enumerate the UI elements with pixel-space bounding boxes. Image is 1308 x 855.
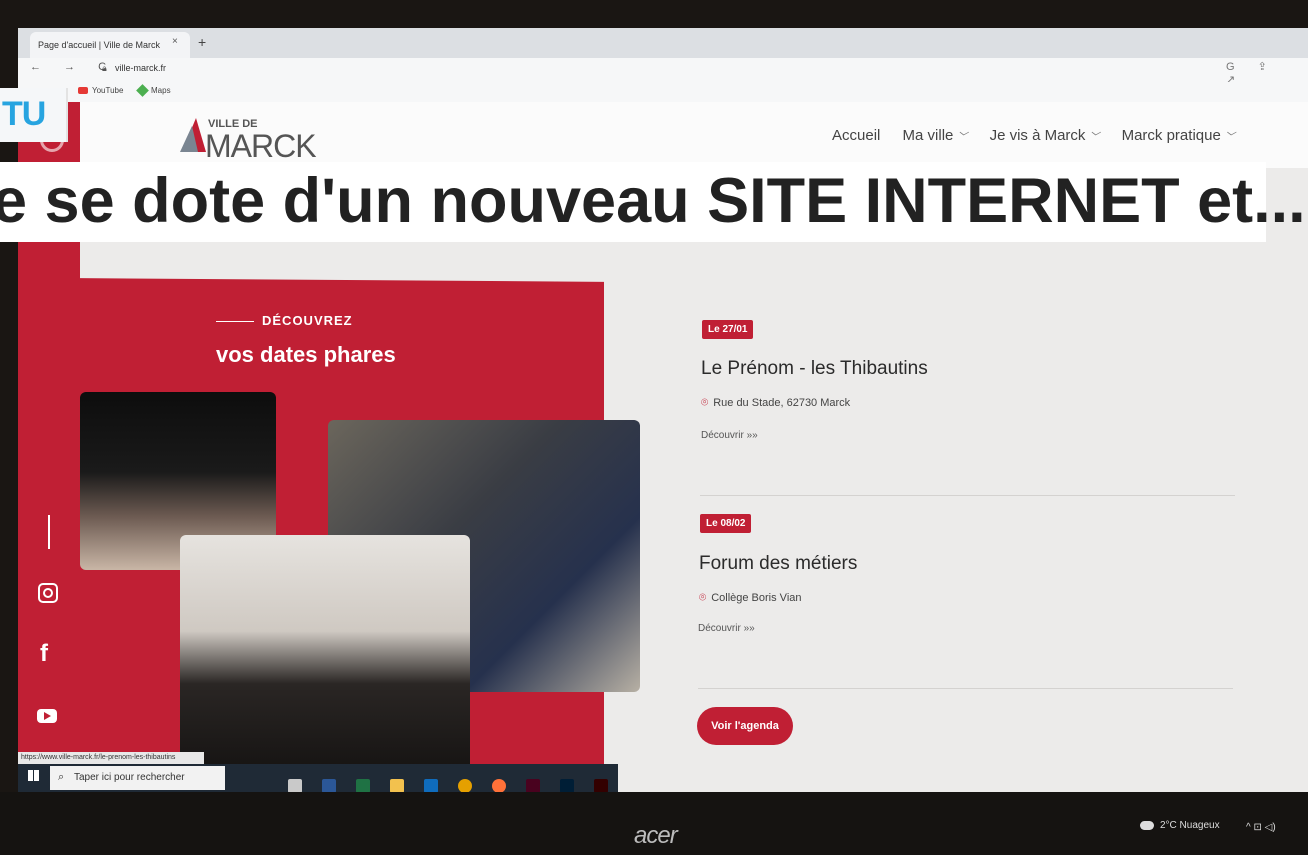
file-explorer-icon[interactable] xyxy=(390,779,404,793)
section-kicker: DÉCOUVREZ xyxy=(216,313,353,328)
menu-item-accueil[interactable]: Accueil xyxy=(832,127,880,144)
photo-actor-portrait[interactable] xyxy=(180,535,470,775)
bookmark-label: YouTube xyxy=(92,86,124,95)
menu-item-ma-ville[interactable]: Ma ville ﹀ xyxy=(903,127,968,144)
weather-widget[interactable]: 2°C Nuageux xyxy=(1140,820,1220,831)
illustrator-icon[interactable] xyxy=(594,779,608,793)
event-discover-link[interactable]: Découvrir »» xyxy=(701,430,758,441)
photoshop-icon[interactable] xyxy=(560,779,574,793)
agenda-button[interactable]: Voir l'agenda xyxy=(697,707,793,745)
sidebar-divider xyxy=(48,515,50,549)
tab-close-icon[interactable]: × xyxy=(172,36,178,47)
facebook-icon[interactable]: f xyxy=(40,640,48,668)
outlook-icon[interactable] xyxy=(424,779,438,793)
event-title[interactable]: Forum des métiers xyxy=(699,553,857,575)
event-divider xyxy=(698,688,1233,689)
event-title[interactable]: Le Prénom - les Thibautins xyxy=(701,358,928,380)
browser-tab-bar xyxy=(18,28,1308,58)
chevron-down-icon: ﹀ xyxy=(957,132,968,143)
location-pin-icon: ⌾ xyxy=(699,590,707,604)
event-divider xyxy=(700,495,1235,496)
bookmarks-bar xyxy=(18,82,1308,103)
logo-sail-icon[interactable] xyxy=(178,116,208,156)
logo-text[interactable]: MARCK xyxy=(205,128,317,165)
section-title: vos dates phares xyxy=(216,342,396,367)
bookmark-label: Maps xyxy=(151,86,171,95)
search-icon: ⌕ xyxy=(58,771,65,783)
system-tray[interactable]: ^ ⊡ ◁) xyxy=(1246,822,1276,833)
event-discover-link[interactable]: Découvrir »» xyxy=(698,623,755,634)
youtube-icon xyxy=(78,87,88,95)
location-pin-icon: ⌾ xyxy=(701,395,709,409)
instagram-icon-lens xyxy=(43,588,53,598)
bookmark-maps[interactable]: Maps xyxy=(136,84,171,98)
word-icon[interactable] xyxy=(322,779,336,793)
url-input[interactable]: ville-marck.fr xyxy=(115,63,166,73)
maps-icon xyxy=(136,84,149,98)
headline-text: e se dote d'un nouveau SITE INTERNET et.… xyxy=(0,166,1306,236)
chrome-icon[interactable] xyxy=(458,779,472,793)
event-date-badge: Le 27/01 xyxy=(702,320,754,339)
windows-start-icon[interactable] xyxy=(28,770,39,781)
main-menu: Accueil Ma ville ﹀ Je vis à Marck ﹀ Marck … xyxy=(832,127,1253,144)
event-location: ⌾ Rue du Stade, 62730 Marck xyxy=(701,395,851,409)
news-tag: TU xyxy=(2,95,46,133)
indesign-icon[interactable] xyxy=(526,779,540,793)
bookmark-youtube[interactable]: YouTube xyxy=(78,86,123,95)
new-tab-button[interactable]: + xyxy=(198,34,206,50)
event-location: ⌾ Collège Boris Vian xyxy=(699,590,802,604)
task-view-icon[interactable] xyxy=(288,779,302,793)
monitor-brand-logo: acer xyxy=(634,822,678,849)
excel-icon[interactable] xyxy=(356,779,370,793)
status-url: https://www.ville-marck.fr/le-prenom-les… xyxy=(18,752,204,764)
firefox-icon[interactable] xyxy=(492,779,506,793)
cloud-icon xyxy=(1140,820,1154,830)
play-icon xyxy=(44,712,51,720)
chevron-down-icon: ﹀ xyxy=(1089,132,1100,143)
menu-item-marck-pratique[interactable]: Marck pratique ﹀ xyxy=(1122,127,1235,144)
address-bar xyxy=(18,58,1308,82)
browser-tab[interactable]: Page d'accueil | Ville de Marck xyxy=(30,32,190,58)
chevron-down-icon: ﹀ xyxy=(1224,132,1235,143)
event-date-badge: Le 08/02 xyxy=(700,514,752,533)
lock-icon[interactable]: 🔒︎ xyxy=(102,63,107,74)
menu-item-je-vis-a-marck[interactable]: Je vis à Marck ﹀ xyxy=(990,127,1100,144)
taskbar-search-input[interactable]: Taper ici pour rechercher xyxy=(50,766,225,790)
